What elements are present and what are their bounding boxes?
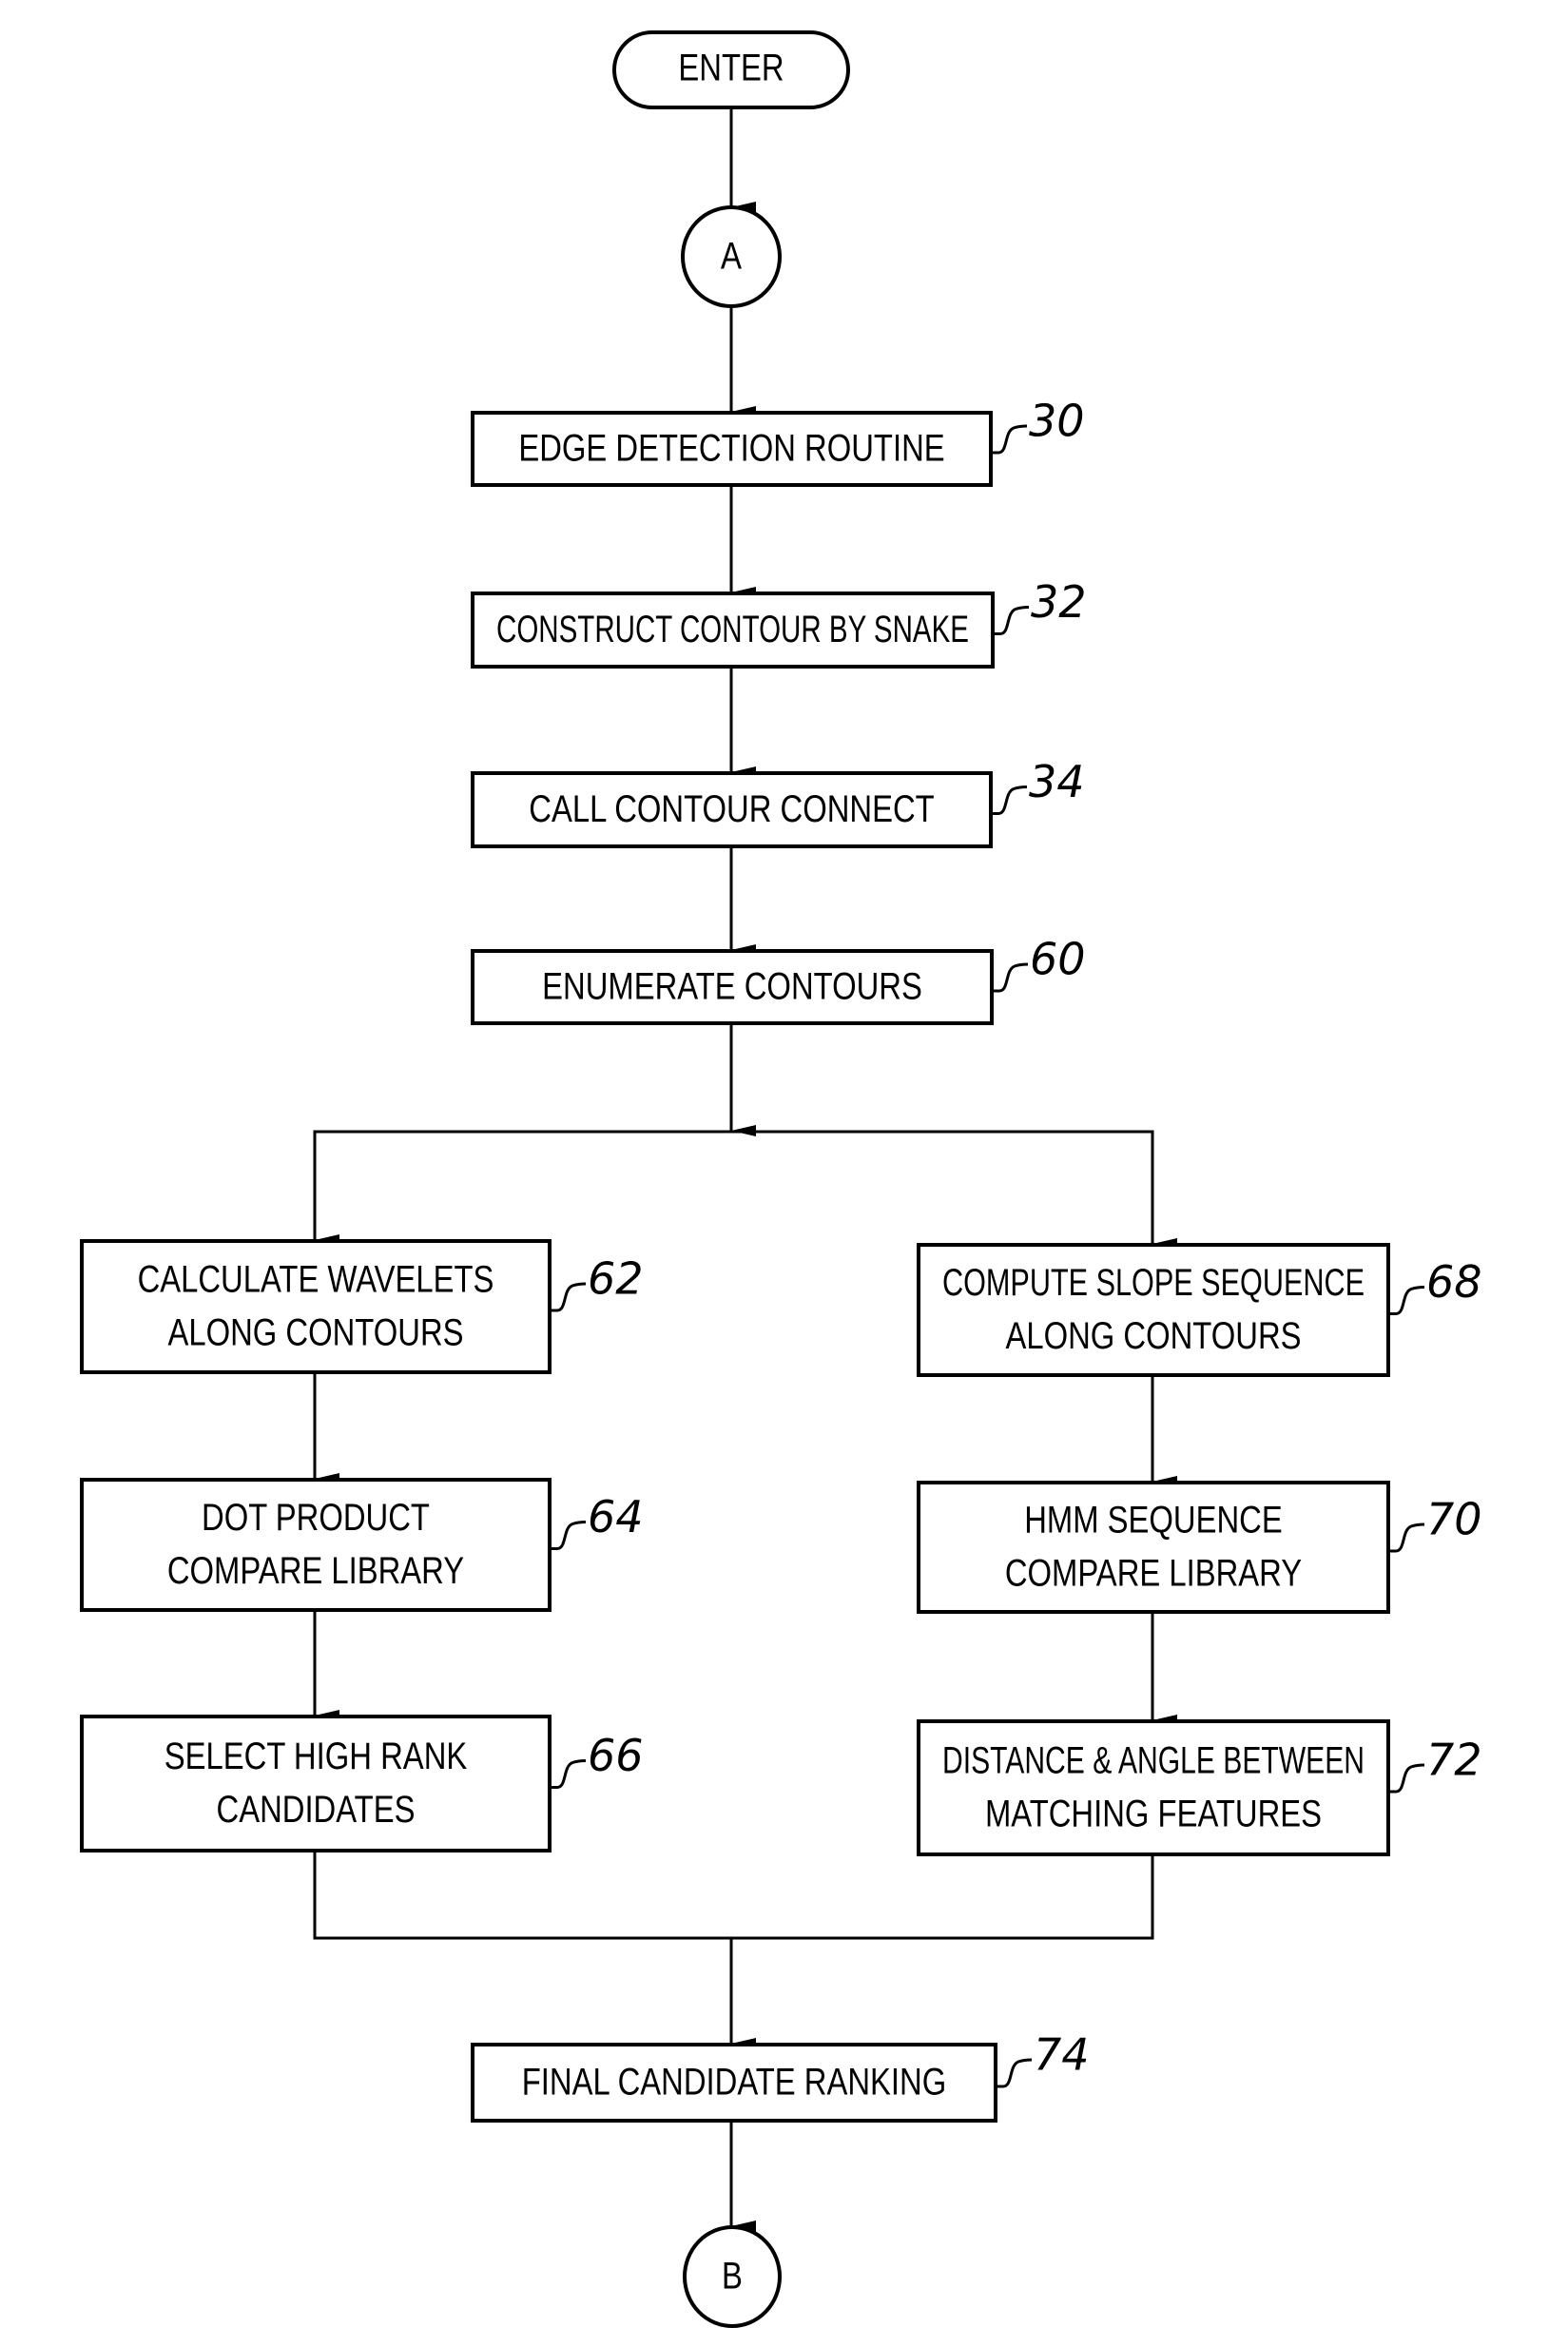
leader-line — [1388, 1763, 1425, 1794]
step-label-line: ALONG CONTOURS — [1005, 1315, 1301, 1357]
leader-line — [550, 1521, 587, 1550]
leader-line — [550, 1759, 587, 1789]
connector-b: B — [683, 2225, 782, 2328]
step-70: HMM SEQUENCE COMPARE LIBRARY 70 — [917, 1481, 1482, 1614]
step-34: CALL CONTOUR CONNECT 34 — [471, 756, 1085, 848]
reference-numeral: 68 — [1426, 1256, 1482, 1308]
step-30: EDGE DETECTION ROUTINE 30 — [471, 396, 1085, 487]
step-label-line: COMPARE LIBRARY — [167, 1550, 464, 1592]
process-steps: EDGE DETECTION ROUTINE 30 CONSTRUCT CONTOU… — [80, 396, 1482, 2123]
step-66: SELECT HIGH RANK CANDIDATES 66 — [80, 1715, 644, 1852]
reference-numeral: 34 — [1029, 756, 1085, 807]
flowchart: ENTER A EDGE DETECTION ROUTINE 30 CONSTRUC… — [80, 30, 1482, 2328]
reference-numeral: 30 — [1029, 396, 1085, 447]
step-label-line: SELECT HIGH RANK — [165, 1736, 468, 1777]
connector-a-label: A — [721, 236, 742, 278]
enter-label: ENTER — [678, 48, 784, 89]
split-line — [313, 1130, 1154, 1245]
step-label-line: FINAL CANDIDATE RANKING — [522, 2062, 947, 2104]
step-label-line: ALONG CONTOURS — [167, 1312, 463, 1354]
step-62: CALCULATE WAVELETS ALONG CONTOURS 62 — [80, 1239, 644, 1374]
step-label-line: COMPUTE SLOPE SEQUENCE — [942, 1262, 1365, 1304]
step-68: COMPUTE SLOPE SEQUENCE ALONG CONTOURS 68 — [917, 1243, 1482, 1377]
connector-a: A — [681, 205, 782, 308]
reference-numeral: 72 — [1426, 1735, 1482, 1786]
reference-numeral: 74 — [1034, 2029, 1090, 2081]
reference-numeral: 62 — [588, 1253, 644, 1305]
step-label-line: MATCHING FEATURES — [985, 1794, 1322, 1835]
leader-line — [992, 962, 1029, 993]
step-label-line: HMM SEQUENCE — [1024, 1500, 1283, 1542]
leader-line — [1388, 1523, 1425, 1553]
step-74: FINAL CANDIDATE RANKING 74 — [471, 2029, 1090, 2123]
step-label-line: EDGE DETECTION ROUTINE — [518, 428, 944, 470]
step-60: ENUMERATE CONTOURS 60 — [471, 934, 1086, 1025]
reference-numeral: 60 — [1030, 934, 1086, 985]
reference-numeral: 70 — [1426, 1494, 1482, 1545]
step-label-line: CALCULATE WAVELETS — [138, 1259, 494, 1301]
reference-numeral: 66 — [588, 1730, 644, 1781]
step-label-line: CONSTRUCT CONTOUR BY SNAKE — [496, 609, 969, 650]
step-label-line: DISTANCE & ANGLE BETWEEN — [942, 1740, 1365, 1782]
step-label-line: COMPARE LIBRARY — [1005, 1553, 1302, 1595]
step-label-line: CALL CONTOUR CONNECT — [529, 788, 934, 830]
merge-line — [313, 1851, 1154, 1940]
reference-numeral: 64 — [588, 1491, 644, 1542]
leader-line — [993, 606, 1030, 635]
leader-line — [550, 1282, 587, 1312]
enter-terminal: ENTER — [612, 30, 850, 109]
step-label-line: DOT PRODUCT — [202, 1497, 430, 1539]
step-72: DISTANCE & ANGLE BETWEEN MATCHING FEATURE… — [917, 1719, 1482, 1856]
step-32: CONSTRUCT CONTOUR BY SNAKE 32 — [471, 576, 1087, 669]
step-label-line: ENUMERATE CONTOURS — [542, 966, 922, 1008]
leader-line — [996, 2058, 1033, 2088]
step-label-line: CANDIDATES — [217, 1789, 416, 1831]
leader-line — [1388, 1286, 1425, 1315]
step-64: DOT PRODUCT COMPARE LIBRARY 64 — [80, 1478, 644, 1612]
reference-numeral: 32 — [1031, 576, 1087, 628]
leader-line — [991, 424, 1028, 455]
connector-b-label: B — [722, 2256, 743, 2298]
leader-line — [991, 786, 1028, 815]
